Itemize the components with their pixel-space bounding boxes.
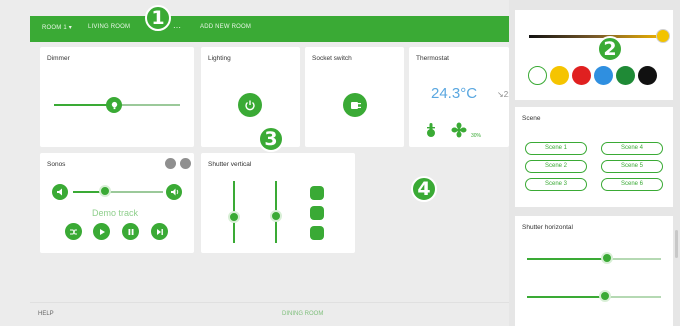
shutter-horizontal-knob-2[interactable] bbox=[599, 290, 611, 302]
shutter-horizontal-card: Shutter horizontal bbox=[515, 216, 673, 326]
callout-marker-2: 2 bbox=[597, 36, 623, 62]
scene-button-6[interactable]: Scene 6 bbox=[601, 178, 663, 191]
shutter-close-icon[interactable] bbox=[310, 226, 324, 240]
dimmer-title: Dimmer bbox=[47, 55, 70, 62]
sonos-title: Sonos bbox=[47, 161, 66, 168]
nav-more-icon[interactable]: ⋯ bbox=[173, 23, 181, 32]
scene-title: Scene bbox=[522, 115, 541, 122]
shutter-vertical-title: Shutter vertical bbox=[208, 161, 252, 168]
sonos-volume-knob[interactable] bbox=[99, 185, 111, 197]
socket-title: Socket switch bbox=[312, 55, 352, 62]
right-panel-scrollbar[interactable] bbox=[675, 230, 678, 258]
dimmer-card: Dimmer bbox=[40, 47, 194, 147]
sonos-track-name: Demo track bbox=[92, 208, 139, 218]
color-swatch-green[interactable] bbox=[616, 66, 635, 85]
footer-room-name: DINING ROOM bbox=[282, 311, 324, 317]
shutter-horizontal-title: Shutter horizontal bbox=[522, 224, 573, 231]
footer-bar: HELP DINING ROOM bbox=[30, 302, 509, 326]
nav-room-dropdown[interactable]: ROOM 1 ▾ bbox=[42, 24, 72, 31]
shutter-vertical-knob-1[interactable] bbox=[228, 211, 240, 223]
play-icon[interactable] bbox=[93, 223, 110, 240]
color-swatch-black[interactable] bbox=[638, 66, 657, 85]
sonos-settings-icon[interactable] bbox=[180, 158, 191, 169]
scene-card: Scene Scene 1 Scene 4 Scene 2 Scene 5 Sc… bbox=[515, 107, 673, 207]
shutter-vertical-card: Shutter vertical bbox=[201, 153, 355, 253]
color-picker-card bbox=[515, 10, 673, 100]
shutter-horizontal-fill-2 bbox=[527, 296, 605, 298]
scene-button-4[interactable]: Scene 4 bbox=[601, 142, 663, 155]
scene-button-3[interactable]: Scene 3 bbox=[525, 178, 587, 191]
nav-living-room[interactable]: LIVING ROOM bbox=[88, 24, 130, 30]
shutter-vertical-knob-2[interactable] bbox=[270, 210, 282, 222]
socket-plug-icon[interactable] bbox=[343, 93, 367, 117]
nav-add-room[interactable]: ADD NEW ROOM bbox=[200, 24, 251, 30]
lighting-power-icon[interactable] bbox=[238, 93, 262, 117]
thermometer-icon[interactable] bbox=[424, 122, 438, 138]
app-main: ROOM 1 ▾ LIVING ROOM ⋯ ADD NEW ROOM Dimm… bbox=[0, 0, 513, 326]
callout-marker-1: 1 bbox=[145, 5, 171, 31]
scene-button-1[interactable]: Scene 1 bbox=[525, 142, 587, 155]
thermostat-title: Thermostat bbox=[416, 55, 449, 62]
shutter-half-icon[interactable] bbox=[310, 206, 324, 220]
thermostat-temperature: 24.3°C bbox=[431, 85, 478, 102]
footer-help[interactable]: HELP bbox=[38, 311, 54, 317]
dimmer-bulb-icon[interactable] bbox=[106, 97, 122, 113]
scene-button-5[interactable]: Scene 5 bbox=[601, 160, 663, 173]
callout-marker-4: 4 bbox=[411, 176, 437, 202]
dimmer-slider-fill bbox=[54, 104, 114, 106]
shutter-horizontal-knob-1[interactable] bbox=[601, 252, 613, 264]
color-brightness-slider[interactable] bbox=[529, 35, 663, 38]
next-track-icon[interactable] bbox=[151, 223, 168, 240]
lighting-card: Lighting bbox=[201, 47, 300, 147]
shutter-open-icon[interactable] bbox=[310, 186, 324, 200]
socket-card: Socket switch bbox=[305, 47, 404, 147]
sonos-card: Sonos Demo track bbox=[40, 153, 194, 253]
pause-icon[interactable] bbox=[122, 223, 139, 240]
color-wheel-icon[interactable] bbox=[656, 29, 670, 43]
color-swatch-white[interactable] bbox=[528, 66, 547, 85]
thermostat-humidity: 30% bbox=[471, 133, 482, 139]
callout-marker-3: 3 bbox=[258, 126, 284, 152]
volume-up-icon[interactable] bbox=[166, 184, 182, 200]
lighting-title: Lighting bbox=[208, 55, 231, 62]
color-swatch-yellow[interactable] bbox=[550, 66, 569, 85]
color-swatch-blue[interactable] bbox=[594, 66, 613, 85]
sonos-edit-icon[interactable] bbox=[165, 158, 176, 169]
right-panel: Scene Scene 1 Scene 4 Scene 2 Scene 5 Sc… bbox=[509, 0, 680, 326]
fan-icon[interactable] bbox=[451, 122, 467, 138]
shuffle-icon[interactable] bbox=[65, 223, 82, 240]
thermostat-card: Thermostat 24.3°C ↘21 30% bbox=[409, 47, 513, 147]
color-swatch-red[interactable] bbox=[572, 66, 591, 85]
shutter-horizontal-fill-1 bbox=[527, 258, 607, 260]
room-nav-bar: ROOM 1 ▾ LIVING ROOM ⋯ ADD NEW ROOM bbox=[30, 16, 509, 42]
volume-down-icon[interactable] bbox=[52, 184, 68, 200]
scene-button-2[interactable]: Scene 2 bbox=[525, 160, 587, 173]
